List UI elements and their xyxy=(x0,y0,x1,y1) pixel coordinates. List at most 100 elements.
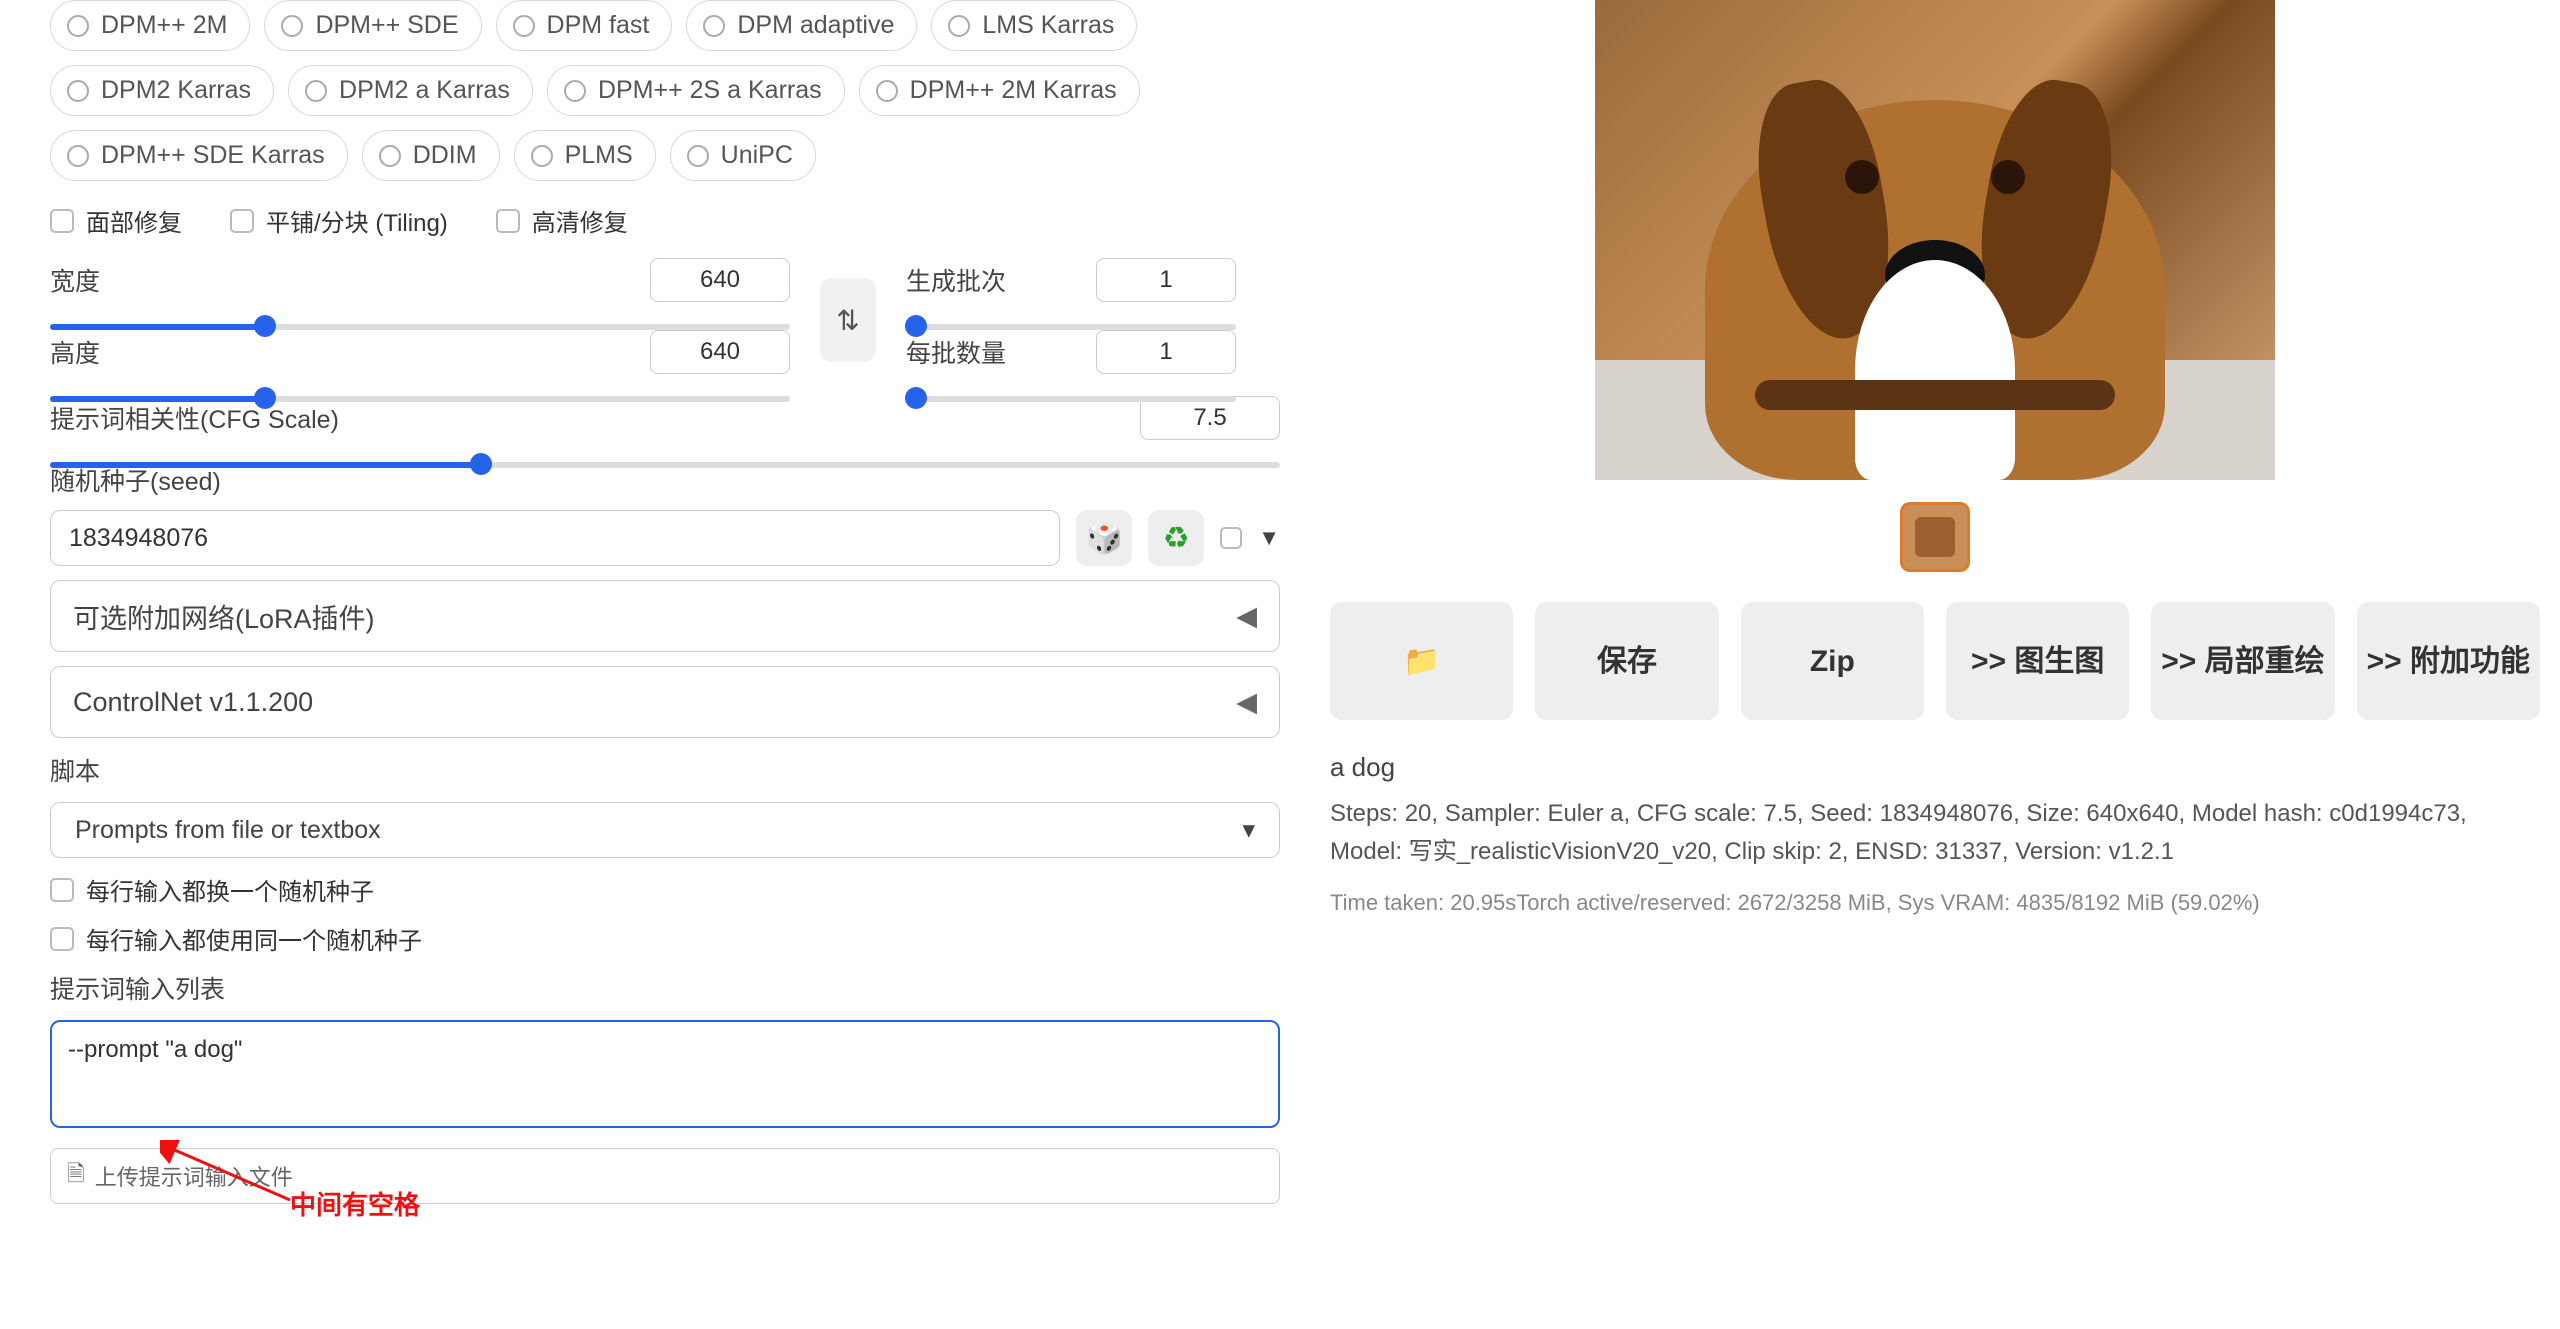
sampler-label: DPM++ 2M xyxy=(101,11,227,40)
sampler-label: DPM adaptive xyxy=(737,11,894,40)
radio-icon xyxy=(67,15,89,37)
chevron-down-icon[interactable]: ▼ xyxy=(1258,525,1280,551)
sampler-dpmpp2mkarras[interactable]: DPM++ 2M Karras xyxy=(859,65,1140,116)
radio-icon xyxy=(67,80,89,102)
checkbox-icon xyxy=(496,209,520,233)
sampler-label: DPM++ 2M Karras xyxy=(910,76,1117,105)
sampler-label: DPM2 Karras xyxy=(101,76,251,105)
zip-button[interactable]: Zip xyxy=(1741,602,1924,720)
triangle-left-icon: ◀ xyxy=(1236,687,1257,718)
script-select[interactable]: Prompts from file or textbox ▾ xyxy=(50,802,1280,858)
lora-accordion[interactable]: 可选附加网络(LoRA插件) ◀ xyxy=(50,580,1280,652)
sampler-lmskarras[interactable]: LMS Karras xyxy=(931,0,1137,51)
extra-seed-checkbox[interactable] xyxy=(1220,527,1242,549)
reuse-seed-button[interactable]: ♻ xyxy=(1148,510,1204,566)
generation-metadata: Steps: 20, Sampler: Euler a, CFG scale: … xyxy=(1330,795,2540,872)
generation-prompt: a dog xyxy=(1330,752,2540,783)
sampler-dpm2akarras[interactable]: DPM2 a Karras xyxy=(288,65,533,116)
radio-icon xyxy=(379,145,401,167)
radio-icon xyxy=(687,145,709,167)
sampler-dpmppsde[interactable]: DPM++ SDE xyxy=(264,0,481,51)
checkbox-label: 每行输入都使用同一个随机种子 xyxy=(86,921,422,956)
sampler-label: DPM++ 2S a Karras xyxy=(598,76,822,105)
save-button[interactable]: 保存 xyxy=(1535,602,1718,720)
random-seed-button[interactable]: 🎲 xyxy=(1076,510,1132,566)
controlnet-accordion[interactable]: ControlNet v1.1.200 ◀ xyxy=(50,666,1280,738)
radio-icon xyxy=(281,15,303,37)
seed-input[interactable] xyxy=(50,510,1060,566)
radio-icon xyxy=(703,15,725,37)
height-value[interactable]: 640 xyxy=(650,330,790,374)
generation-time: Time taken: 20.95sTorch active/reserved:… xyxy=(1330,890,2540,916)
checkbox-label: 面部修复 xyxy=(86,203,182,238)
dice-icon: 🎲 xyxy=(1086,521,1123,556)
face-restore-checkbox[interactable]: 面部修复 xyxy=(50,203,182,238)
sampler-label: DPM++ SDE xyxy=(315,11,458,40)
sampler-dpmpp2sakarras[interactable]: DPM++ 2S a Karras xyxy=(547,65,845,116)
batch-size-value[interactable]: 1 xyxy=(1096,330,1236,374)
upload-prompts-button[interactable]: 🗎 上传提示词输入文件 xyxy=(50,1148,1280,1204)
send-extras-button[interactable]: >> 附加功能 xyxy=(2357,602,2540,720)
batch-count-label: 生成批次 xyxy=(906,262,1006,298)
sampler-dpm2karras[interactable]: DPM2 Karras xyxy=(50,65,274,116)
width-label: 宽度 xyxy=(50,262,100,298)
cfg-label: 提示词相关性(CFG Scale) xyxy=(50,400,339,436)
output-thumbnail[interactable] xyxy=(1900,502,1970,572)
sampler-unipc[interactable]: UniPC xyxy=(670,130,816,181)
open-folder-button[interactable]: 📁 xyxy=(1330,602,1513,720)
checkbox-label: 高清修复 xyxy=(532,203,628,238)
chevron-down-icon: ▾ xyxy=(1242,815,1255,845)
accordion-title: ControlNet v1.1.200 xyxy=(73,687,313,718)
iterate-seed-checkbox[interactable]: 每行输入都换一个随机种子 xyxy=(50,872,1280,907)
sampler-label: PLMS xyxy=(565,141,633,170)
radio-icon xyxy=(948,15,970,37)
recycle-icon: ♻ xyxy=(1163,521,1190,556)
same-seed-checkbox[interactable]: 每行输入都使用同一个随机种子 xyxy=(50,921,1280,956)
script-label: 脚本 xyxy=(50,752,1280,788)
button-label: >> 图生图 xyxy=(1971,642,2104,681)
prompt-list-textarea[interactable] xyxy=(50,1020,1280,1128)
radio-icon xyxy=(531,145,553,167)
checkbox-label: 平铺/分块 (Tiling) xyxy=(266,203,448,238)
radio-icon xyxy=(564,80,586,102)
triangle-left-icon: ◀ xyxy=(1236,601,1257,632)
sampler-ddim[interactable]: DDIM xyxy=(362,130,500,181)
button-label: Zip xyxy=(1810,642,1855,681)
sampler-dpmpp2m[interactable]: DPM++ 2M xyxy=(50,0,250,51)
sampler-label: LMS Karras xyxy=(982,11,1114,40)
sampler-dpmppsdekarras[interactable]: DPM++ SDE Karras xyxy=(50,130,348,181)
folder-icon: 📁 xyxy=(1403,642,1440,681)
height-label: 高度 xyxy=(50,334,100,370)
sampler-label: DDIM xyxy=(413,141,477,170)
cfg-value[interactable]: 7.5 xyxy=(1140,396,1280,440)
sampler-dpmfast[interactable]: DPM fast xyxy=(496,0,673,51)
radio-icon xyxy=(305,80,327,102)
upload-label: 上传提示词输入文件 xyxy=(95,1160,293,1192)
send-inpaint-button[interactable]: >> 局部重绘 xyxy=(2151,602,2334,720)
swap-dimensions-button[interactable]: ⇅ xyxy=(820,278,876,362)
sampler-plms[interactable]: PLMS xyxy=(514,130,656,181)
radio-icon xyxy=(876,80,898,102)
checkbox-icon xyxy=(50,927,74,951)
batch-count-value[interactable]: 1 xyxy=(1096,258,1236,302)
sampler-label: DPM2 a Karras xyxy=(339,76,510,105)
send-img2img-button[interactable]: >> 图生图 xyxy=(1946,602,2129,720)
tiling-checkbox[interactable]: 平铺/分块 (Tiling) xyxy=(230,203,448,238)
checkbox-icon xyxy=(230,209,254,233)
sampler-label: DPM++ SDE Karras xyxy=(101,141,325,170)
sampler-label: UniPC xyxy=(721,141,793,170)
sampler-dpmadaptive[interactable]: DPM adaptive xyxy=(686,0,917,51)
prompt-list-label: 提示词输入列表 xyxy=(50,970,1280,1006)
hires-checkbox[interactable]: 高清修复 xyxy=(496,203,628,238)
output-image[interactable] xyxy=(1595,0,2275,480)
sampler-label: DPM fast xyxy=(547,11,650,40)
file-icon: 🗎 xyxy=(67,1157,85,1195)
button-label: >> 附加功能 xyxy=(2367,642,2530,681)
radio-icon xyxy=(513,15,535,37)
accordion-title: 可选附加网络(LoRA插件) xyxy=(73,597,375,636)
checkbox-label: 每行输入都换一个随机种子 xyxy=(86,872,374,907)
button-label: >> 局部重绘 xyxy=(2161,642,2324,681)
swap-icon: ⇅ xyxy=(836,304,859,337)
script-value: Prompts from file or textbox xyxy=(75,816,381,845)
width-value[interactable]: 640 xyxy=(650,258,790,302)
